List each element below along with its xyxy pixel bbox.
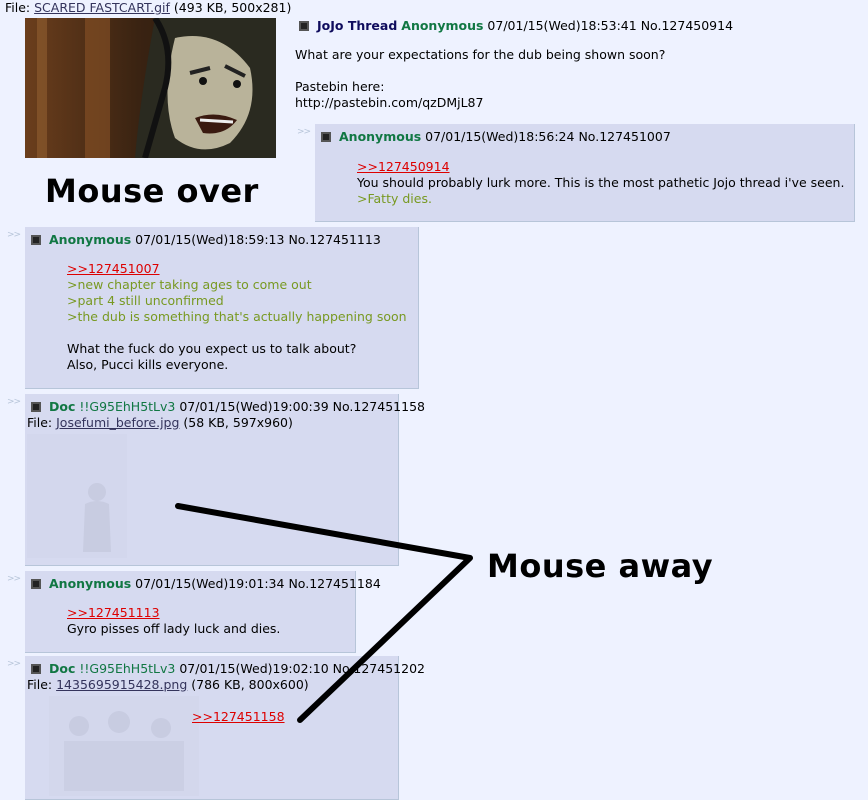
annotation-arrow-line [175,503,473,723]
mouse-away-caption: Mouse away [487,547,714,585]
